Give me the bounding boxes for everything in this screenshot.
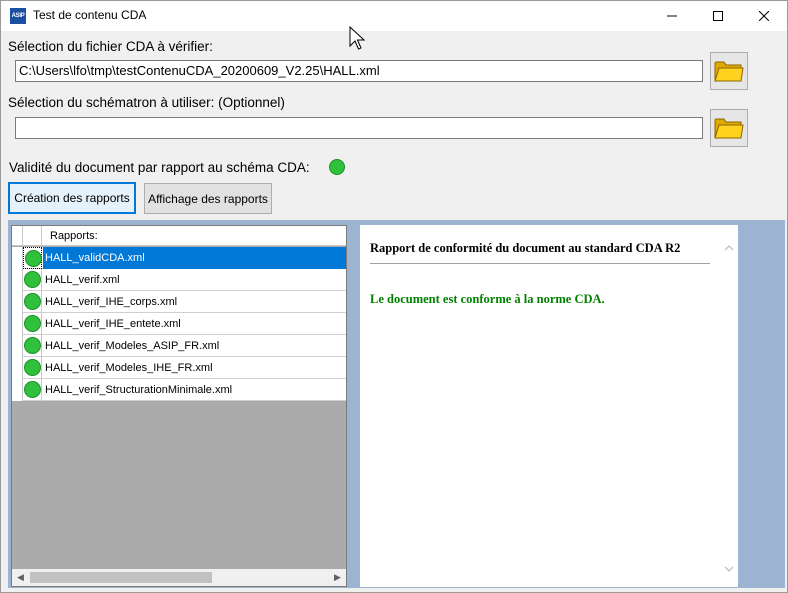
scroll-left-arrow-icon[interactable]: ◀: [12, 569, 29, 586]
table-row[interactable]: HALL_validCDA.xml: [12, 247, 346, 269]
mouse-cursor-icon: [349, 26, 366, 50]
row-header[interactable]: [12, 291, 23, 313]
row-header[interactable]: [12, 247, 23, 269]
row-header[interactable]: [12, 335, 23, 357]
row-header[interactable]: [12, 269, 23, 291]
maximize-icon: [713, 11, 723, 21]
report-divider: [370, 263, 710, 264]
schematron-path-input[interactable]: [15, 117, 703, 139]
close-icon: [759, 11, 769, 21]
grid-header: Rapports:: [12, 226, 346, 246]
row-header[interactable]: [12, 379, 23, 401]
minimize-button[interactable]: [649, 1, 695, 31]
report-title: Rapport de conformité du document au sta…: [370, 241, 681, 255]
status-cell[interactable]: [23, 335, 42, 357]
status-ok-icon: [25, 250, 42, 267]
report-name-cell[interactable]: HALL_verif_Modeles_IHE_FR.xml: [43, 357, 346, 379]
status-cell[interactable]: [23, 357, 42, 379]
status-cell[interactable]: [23, 313, 42, 335]
report-result-message: Le document est conforme à la norme CDA.: [370, 292, 605, 306]
table-row[interactable]: HALL_verif_Modeles_ASIP_FR.xml: [12, 335, 346, 357]
status-cell[interactable]: [23, 269, 42, 291]
report-vertical-scrollbar[interactable]: [720, 235, 737, 581]
row-header[interactable]: [12, 313, 23, 335]
main-window: ASIP Test de contenu CDA Sélection du fi…: [0, 0, 788, 593]
minimize-icon: [667, 15, 677, 17]
scroll-down-chevron-icon[interactable]: [720, 560, 737, 577]
cda-file-label: Sélection du fichier CDA à vérifier:: [8, 39, 213, 54]
status-cell[interactable]: [23, 379, 42, 401]
scroll-right-arrow-icon[interactable]: ▶: [329, 569, 346, 586]
reports-column-header[interactable]: Rapports:: [50, 230, 98, 242]
table-row[interactable]: HALL_verif_Modeles_IHE_FR.xml: [12, 357, 346, 379]
status-ok-icon: [24, 337, 41, 354]
folder-icon: [714, 118, 744, 139]
split-container: Rapports: HALL_validCDA.xml HALL_verif.x…: [8, 220, 785, 588]
validity-label: Validité du document par rapport au sché…: [9, 160, 310, 175]
validity-status-indicator: [329, 159, 345, 175]
table-row[interactable]: HALL_verif_IHE_corps.xml: [12, 291, 346, 313]
maximize-button[interactable]: [695, 1, 741, 31]
show-reports-button[interactable]: Affichage des rapports: [144, 183, 272, 214]
cda-file-path-input[interactable]: C:\Users\lfo\tmp\testContenuCDA_20200609…: [15, 60, 703, 82]
grid-horizontal-scrollbar[interactable]: ◀ ▶: [12, 569, 346, 586]
status-ok-icon: [24, 293, 41, 310]
reports-grid[interactable]: Rapports: HALL_validCDA.xml HALL_verif.x…: [11, 225, 347, 587]
report-name-cell[interactable]: HALL_verif_IHE_corps.xml: [43, 291, 346, 313]
table-row[interactable]: HALL_verif.xml: [12, 269, 346, 291]
table-row[interactable]: HALL_verif_StructurationMinimale.xml: [12, 379, 346, 401]
status-ok-icon: [24, 381, 41, 398]
scroll-up-chevron-icon[interactable]: [720, 239, 737, 256]
grid-corner-header: [12, 226, 23, 246]
scrollbar-thumb[interactable]: [30, 572, 212, 583]
status-ok-icon: [24, 271, 41, 288]
report-name-cell[interactable]: HALL_verif_StructurationMinimale.xml: [43, 379, 346, 401]
browse-schematron-button[interactable]: [710, 109, 748, 147]
report-name-cell[interactable]: HALL_verif_Modeles_ASIP_FR.xml: [43, 335, 346, 357]
report-name-cell[interactable]: HALL_verif_IHE_entete.xml: [43, 313, 346, 335]
app-logo-icon: ASIP: [10, 8, 26, 24]
report-viewer[interactable]: Rapport de conformité du document au sta…: [360, 225, 738, 587]
report-name-cell[interactable]: HALL_verif.xml: [43, 269, 346, 291]
report-name-cell[interactable]: HALL_validCDA.xml: [43, 247, 346, 269]
browse-cda-file-button[interactable]: [710, 52, 748, 90]
window-title: Test de contenu CDA: [33, 8, 147, 22]
table-row[interactable]: HALL_verif_IHE_entete.xml: [12, 313, 346, 335]
status-ok-icon: [24, 359, 41, 376]
title-bar: ASIP Test de contenu CDA: [1, 1, 787, 31]
status-column-header[interactable]: [23, 226, 42, 246]
schematron-label: Sélection du schématron à utiliser: (Opt…: [8, 95, 285, 110]
status-cell[interactable]: [23, 291, 42, 313]
status-ok-icon: [24, 315, 41, 332]
status-cell[interactable]: [23, 247, 42, 269]
create-reports-button[interactable]: Création des rapports: [8, 182, 136, 214]
close-button[interactable]: [741, 1, 787, 31]
folder-icon: [714, 61, 744, 82]
row-header[interactable]: [12, 357, 23, 379]
